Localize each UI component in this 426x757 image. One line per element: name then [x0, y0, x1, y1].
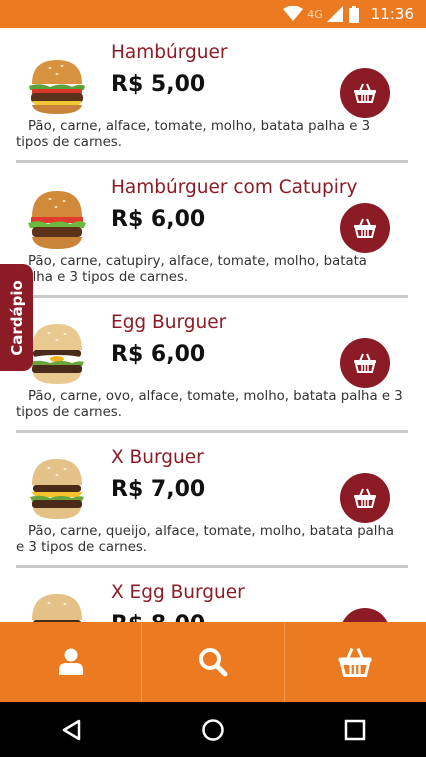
product-item: Hambúrguer R$ 5,00 Pão, carne, alface, t…: [0, 28, 426, 163]
product-description: Pão, carne, ovo, alface, tomate, molho, …: [16, 389, 403, 420]
burger-image: [30, 459, 84, 519]
basket-icon: [354, 218, 376, 238]
burger-image: [32, 594, 82, 622]
status-icons: 4G 11:36: [283, 4, 414, 24]
product-price: R$ 5,00: [111, 72, 206, 97]
add-to-cart-button[interactable]: [340, 608, 390, 622]
product-price: R$ 7,00: [111, 477, 206, 502]
product-list[interactable]: Hambúrguer R$ 5,00 Pão, carne, alface, t…: [0, 28, 426, 622]
search-icon: [198, 648, 228, 677]
cart-button[interactable]: [285, 622, 426, 702]
product-name[interactable]: X Burguer: [111, 447, 204, 468]
burger-image: [28, 191, 86, 249]
basket-icon: [354, 353, 376, 373]
system-nav-bar: [0, 702, 426, 757]
menu-side-tab-label: Cardápio: [7, 279, 26, 356]
product-name[interactable]: Hambúrguer: [111, 42, 227, 63]
signal-icon: [326, 6, 343, 22]
product-name[interactable]: Hambúrguer com Catupiry: [111, 177, 357, 198]
product-price: R$ 6,00: [111, 342, 206, 367]
burger-image: [29, 60, 85, 114]
add-to-cart-button[interactable]: [340, 68, 390, 118]
back-icon: [62, 719, 81, 740]
back-button[interactable]: [41, 710, 101, 750]
basket-icon: [354, 488, 376, 508]
basket-icon: [338, 647, 372, 677]
product-price: R$ 6,00: [111, 207, 206, 232]
home-icon: [202, 718, 224, 741]
battery-icon: [348, 5, 359, 23]
product-item: X Burguer R$ 7,00 Pão, carne, queijo, al…: [0, 433, 426, 568]
menu-side-tab[interactable]: Cardápio: [0, 264, 33, 371]
recents-button[interactable]: [325, 710, 385, 750]
product-price: R$ 8,00: [111, 612, 205, 622]
status-bar: 4G 11:36: [0, 0, 426, 28]
recents-icon: [344, 719, 366, 740]
product-item: Hambúrguer com Catupiry R$ 6,00 Pão, car…: [0, 163, 426, 298]
wifi-icon: [283, 6, 304, 22]
product-item: Egg Burguer R$ 6,00 Pão, carne, ovo, alf…: [0, 298, 426, 433]
product-item: X Egg Burguer R$ 8,00: [0, 568, 426, 622]
add-to-cart-button[interactable]: [340, 203, 390, 253]
clock: 11:36: [370, 5, 414, 23]
network-type: 4G: [307, 7, 323, 21]
bottom-nav: [0, 622, 426, 702]
product-name[interactable]: X Egg Burguer: [111, 582, 245, 603]
product-description: Pão, carne, queijo, alface, tomate, molh…: [16, 524, 395, 555]
product-description: Pão, carne, catupiry, alface, tomate, mo…: [16, 254, 367, 285]
add-to-cart-button[interactable]: [340, 338, 390, 388]
add-to-cart-button[interactable]: [340, 473, 390, 523]
home-button[interactable]: [183, 710, 243, 750]
product-description: Pão, carne, alface, tomate, molho, batat…: [16, 119, 371, 150]
basket-icon: [354, 83, 376, 103]
search-button[interactable]: [142, 622, 285, 702]
profile-button[interactable]: [0, 622, 143, 702]
product-name[interactable]: Egg Burguer: [111, 312, 226, 333]
user-icon: [58, 648, 83, 675]
